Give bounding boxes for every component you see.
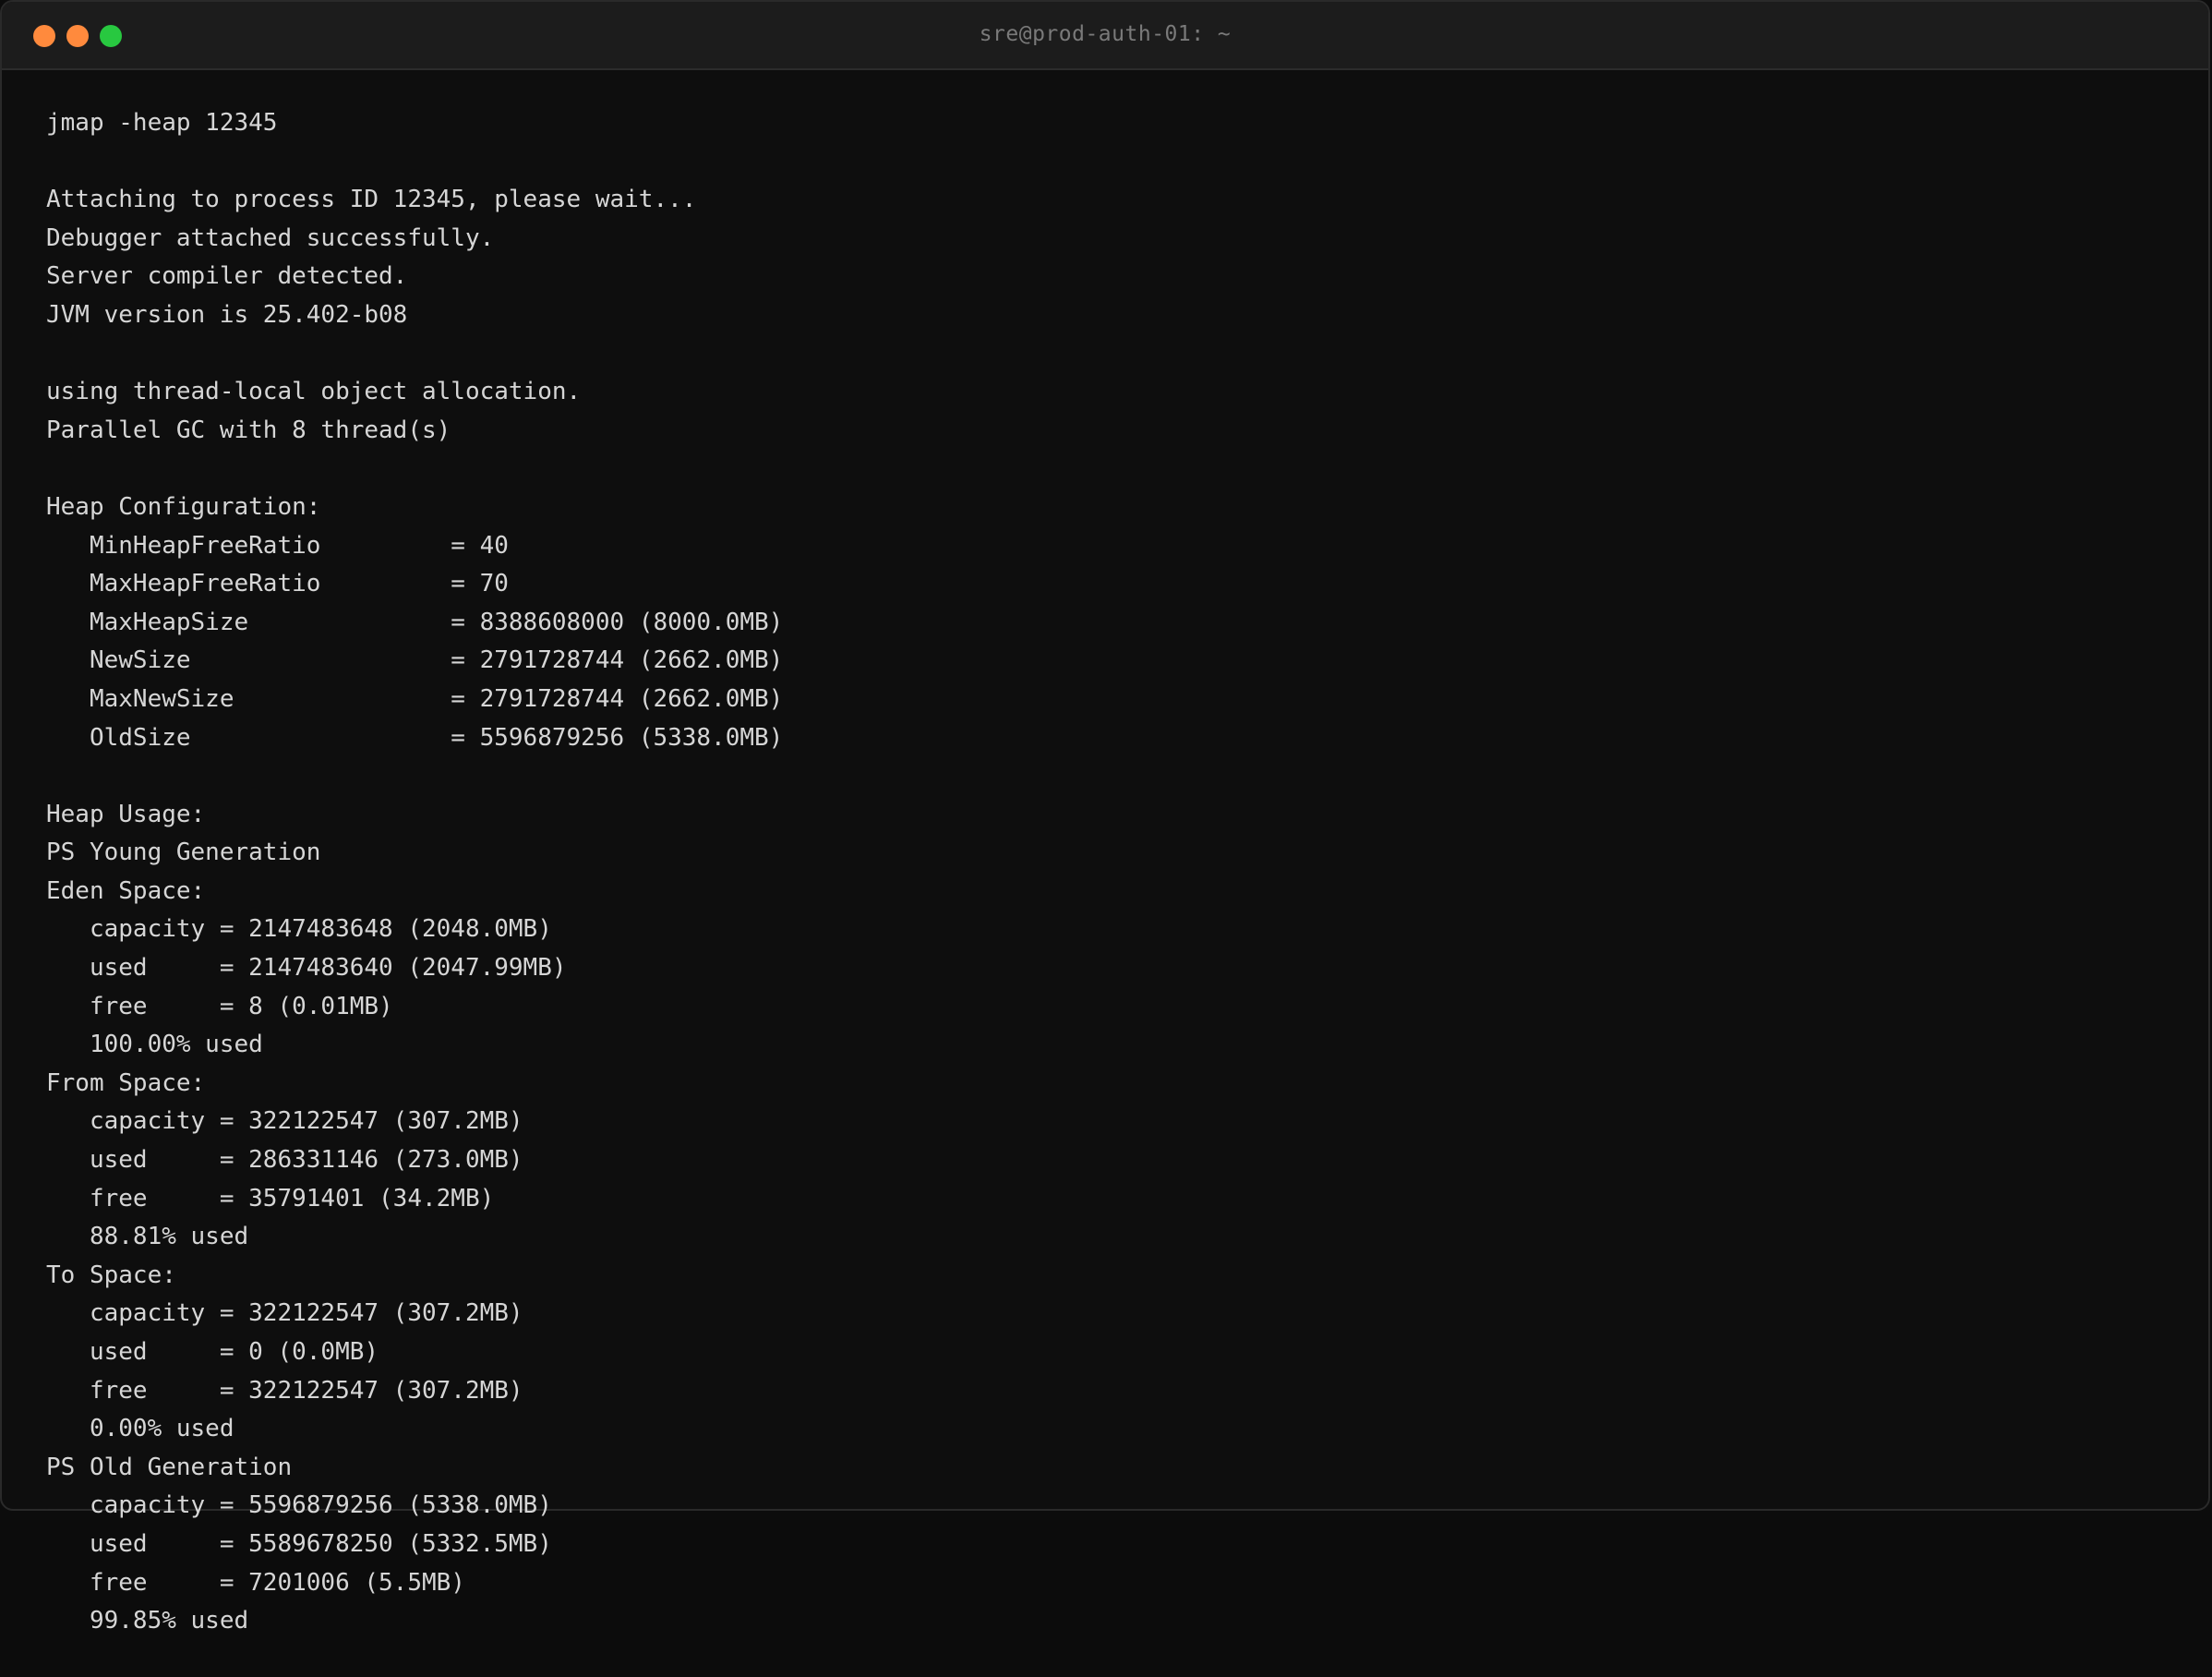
terminal-line: used = 0 (0.0MB) (46, 1338, 379, 1366)
terminal-line: free = 7201006 (5.5MB) (46, 1568, 465, 1597)
terminal-line: To Space: (46, 1261, 176, 1289)
terminal-line: capacity = 5596879256 (5338.0MB) (46, 1491, 552, 1520)
terminal-line: 100.00% used (46, 1031, 263, 1059)
terminal-line: MaxHeapFreeRatio = 70 (46, 570, 509, 598)
terminal-line: capacity = 2147483648 (2048.0MB) (46, 915, 552, 944)
terminal-line: 0.00% used (46, 1415, 234, 1443)
terminal-output[interactable]: jmap -heap 12345 Attaching to process ID … (46, 104, 783, 1641)
terminal-line: OldSize = 5596879256 (5338.0MB) (46, 723, 784, 752)
terminal-line: From Space: (46, 1068, 206, 1097)
terminal-line: free = 322122547 (307.2MB) (46, 1376, 523, 1405)
title-bar[interactable]: sre@prod-auth-01: ~ (2, 2, 2208, 70)
terminal-line: free = 35791401 (34.2MB) (46, 1184, 495, 1213)
terminal-line: Heap Configuration: (46, 492, 321, 521)
terminal-line: MinHeapFreeRatio = 40 (46, 531, 509, 560)
terminal-line: capacity = 322122547 (307.2MB) (46, 1107, 523, 1136)
terminal-line: jmap -heap 12345 (46, 109, 278, 137)
terminal-line: used = 5589678250 (5332.5MB) (46, 1529, 552, 1558)
terminal-line: used = 286331146 (273.0MB) (46, 1146, 523, 1175)
terminal-line: Attaching to process ID 12345, please wa… (46, 186, 697, 214)
terminal-line: using thread-local object allocation. (46, 378, 582, 406)
terminal-line: 88.81% used (46, 1223, 249, 1251)
terminal-line: JVM version is 25.402-b08 (46, 300, 408, 329)
terminal-line: Server compiler detected. (46, 262, 408, 291)
terminal-line: MaxNewSize = 2791728744 (2662.0MB) (46, 684, 784, 713)
terminal-line: used = 2147483640 (2047.99MB) (46, 954, 567, 983)
terminal-line: MaxHeapSize = 8388608000 (8000.0MB) (46, 608, 784, 636)
terminal-line: PS Young Generation (46, 838, 321, 867)
terminal-line: Heap Usage: (46, 800, 206, 828)
window-title: sre@prod-auth-01: ~ (979, 22, 1232, 46)
terminal-line: free = 8 (0.01MB) (46, 992, 393, 1020)
terminal-line: NewSize = 2791728744 (2662.0MB) (46, 646, 784, 675)
terminal-line: Eden Space: (46, 876, 206, 905)
terminal-line: capacity = 322122547 (307.2MB) (46, 1299, 523, 1328)
terminal-line: Debugger attached successfully. (46, 223, 495, 252)
terminal-line: Parallel GC with 8 thread(s) (46, 416, 451, 444)
terminal-line: 99.85% used (46, 1607, 249, 1635)
terminal-line: PS Old Generation (46, 1453, 293, 1481)
